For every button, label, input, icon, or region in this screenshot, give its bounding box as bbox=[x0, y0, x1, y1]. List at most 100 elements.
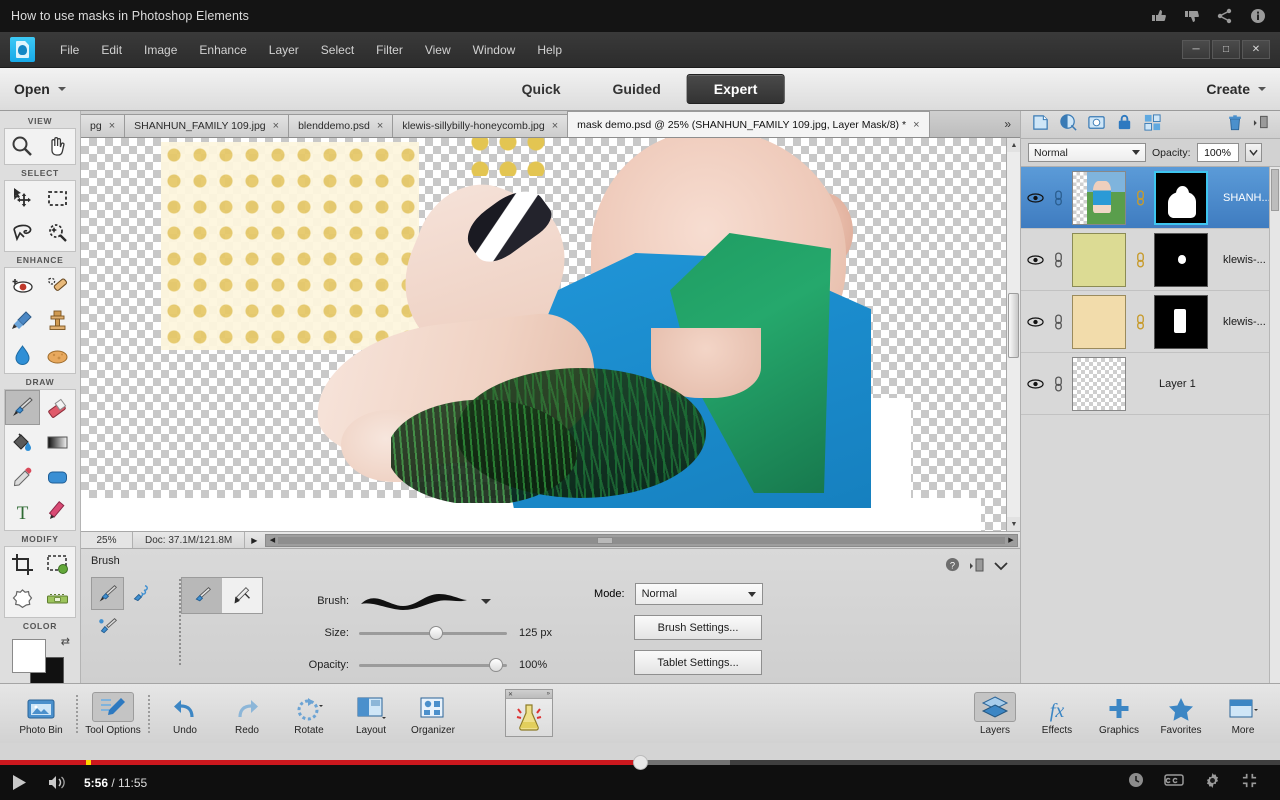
scrollbar-thumb[interactable] bbox=[1271, 169, 1279, 211]
slider-knob[interactable] bbox=[428, 626, 443, 640]
tab-expert[interactable]: Expert bbox=[686, 74, 785, 104]
layer-thumbnail[interactable] bbox=[1072, 170, 1126, 225]
menu-select[interactable]: Select bbox=[310, 39, 365, 61]
layer-mask-icon[interactable] bbox=[1087, 113, 1106, 137]
adjustment-layer-icon[interactable] bbox=[1059, 113, 1078, 137]
brush-mode-icon[interactable] bbox=[182, 578, 222, 613]
canvas-vertical-scrollbar[interactable]: ▲ ▼ bbox=[1006, 138, 1020, 531]
hand-tool[interactable] bbox=[40, 129, 75, 164]
crop-tool[interactable] bbox=[5, 547, 40, 582]
quick-selection-tool[interactable] bbox=[40, 216, 75, 251]
open-button[interactable]: Open bbox=[14, 81, 66, 97]
taskbar-undo[interactable]: Undo bbox=[154, 692, 216, 736]
scroll-left-icon[interactable]: ◀ bbox=[266, 536, 278, 544]
menu-filter[interactable]: Filter bbox=[365, 39, 414, 61]
menu-edit[interactable]: Edit bbox=[90, 39, 133, 61]
taskbar-favorites[interactable]: Favorites bbox=[1150, 692, 1212, 736]
lasso-tool[interactable] bbox=[5, 216, 40, 251]
zoom-tool[interactable] bbox=[5, 129, 40, 164]
red-eye-removal-tool[interactable] bbox=[5, 268, 40, 303]
smart-brush-tool[interactable] bbox=[5, 303, 40, 338]
recompose-tool[interactable] bbox=[40, 547, 75, 582]
brush-settings-button[interactable]: Brush Settings... bbox=[634, 615, 763, 640]
taskbar-effects[interactable]: fx Effects bbox=[1026, 692, 1088, 736]
tab-guided[interactable]: Guided bbox=[587, 75, 687, 103]
tab-quick[interactable]: Quick bbox=[496, 75, 587, 103]
shape-tool[interactable] bbox=[40, 460, 75, 495]
layer-link-icon[interactable] bbox=[1051, 189, 1065, 206]
straighten-tool[interactable] bbox=[40, 582, 75, 617]
menu-enhance[interactable]: Enhance bbox=[188, 39, 257, 61]
close-button[interactable]: ✕ bbox=[1242, 40, 1270, 59]
document-tab-active[interactable]: mask demo.psd @ 25% (SHANHUN_FAMILY 109.… bbox=[567, 111, 930, 137]
taskbar-organizer[interactable]: Organizer bbox=[402, 692, 464, 736]
tab-overflow-icon[interactable]: » bbox=[995, 117, 1020, 131]
menu-view[interactable]: View bbox=[414, 39, 462, 61]
taskbar-tool-options[interactable]: Tool Options bbox=[82, 691, 144, 736]
document-tab[interactable]: SHANHUN_FAMILY 109.jpg × bbox=[124, 114, 289, 137]
canvas-viewport[interactable]: ▲ ▼ 25% Doc: 37.1M/121.8M ▶ ◀ ▶ bbox=[81, 138, 1020, 548]
new-layer-icon[interactable] bbox=[1031, 113, 1050, 137]
layer-mask-thumbnail[interactable] bbox=[1154, 232, 1208, 287]
layer-row[interactable]: klewis-... bbox=[1021, 291, 1280, 353]
size-slider[interactable] bbox=[359, 626, 507, 640]
swap-colors-icon[interactable]: ⇄ bbox=[61, 635, 70, 648]
taskbar-layout[interactable]: Layout bbox=[340, 692, 402, 736]
taskbar-photo-bin[interactable]: Photo Bin bbox=[10, 692, 72, 736]
close-icon[interactable]: × bbox=[273, 120, 279, 132]
play-button[interactable] bbox=[0, 774, 38, 791]
spot-healing-brush-tool[interactable] bbox=[40, 268, 75, 303]
menu-help[interactable]: Help bbox=[526, 39, 573, 61]
exit-fullscreen-icon[interactable] bbox=[1241, 772, 1258, 794]
layer-row[interactable]: klewis-... bbox=[1021, 229, 1280, 291]
thumbs-up-icon[interactable] bbox=[1151, 8, 1167, 24]
delete-layer-icon[interactable] bbox=[1226, 113, 1244, 137]
brush-mode-toggle[interactable] bbox=[181, 577, 263, 614]
blend-mode-select[interactable]: Normal bbox=[634, 583, 763, 605]
layer-row[interactable]: SHANH... bbox=[1021, 167, 1280, 229]
scroll-right-icon[interactable]: ▶ bbox=[1005, 536, 1017, 544]
floating-panel-widget[interactable]: ✕» bbox=[505, 689, 553, 737]
layer-link-icon[interactable] bbox=[1051, 251, 1065, 268]
scrollbar-thumb[interactable] bbox=[1008, 293, 1019, 358]
menu-layer[interactable]: Layer bbox=[258, 39, 310, 61]
taskbar-rotate[interactable]: Rotate bbox=[278, 692, 340, 736]
brush-tool-icon[interactable] bbox=[91, 577, 124, 610]
scroll-down-icon[interactable]: ▼ bbox=[1007, 517, 1020, 531]
volume-button[interactable] bbox=[38, 774, 76, 791]
brush-preview[interactable] bbox=[359, 590, 469, 612]
mask-link-icon[interactable] bbox=[1133, 313, 1147, 330]
tablet-settings-button[interactable]: Tablet Settings... bbox=[634, 650, 763, 675]
taskbar-redo[interactable]: Redo bbox=[216, 692, 278, 736]
layer-mask-thumbnail[interactable] bbox=[1154, 294, 1208, 349]
mask-link-icon[interactable] bbox=[1133, 189, 1147, 206]
menu-image[interactable]: Image bbox=[133, 39, 188, 61]
layer-visibility-icon[interactable] bbox=[1027, 378, 1044, 390]
collapse-chevron-icon[interactable] bbox=[994, 558, 1008, 576]
chevron-down-icon[interactable] bbox=[481, 598, 491, 604]
layer-visibility-icon[interactable] bbox=[1027, 192, 1044, 204]
pencil-tool[interactable] bbox=[40, 495, 75, 530]
close-icon[interactable]: × bbox=[913, 119, 919, 131]
scroll-up-icon[interactable]: ▲ bbox=[1007, 138, 1020, 152]
share-icon[interactable] bbox=[1217, 8, 1233, 24]
zoom-level-field[interactable]: 25% bbox=[81, 532, 133, 548]
taskbar-graphics[interactable]: Graphics bbox=[1088, 692, 1150, 736]
thumbs-down-icon[interactable] bbox=[1184, 8, 1200, 24]
cookie-cutter-tool[interactable] bbox=[5, 582, 40, 617]
taskbar-more[interactable]: More bbox=[1212, 692, 1274, 736]
panel-menu-icon[interactable] bbox=[1253, 115, 1270, 134]
layer-link-icon[interactable] bbox=[1051, 313, 1065, 330]
rectangular-marquee-tool[interactable] bbox=[40, 181, 75, 216]
clone-stamp-tool[interactable] bbox=[40, 303, 75, 338]
group-layers-icon[interactable] bbox=[1143, 113, 1162, 137]
layer-thumbnail[interactable] bbox=[1072, 356, 1126, 411]
taskbar-layers[interactable]: Layers bbox=[964, 691, 1026, 736]
eyedropper-tool[interactable] bbox=[5, 460, 40, 495]
layer-blend-mode-select[interactable]: Normal bbox=[1028, 143, 1146, 162]
layer-visibility-icon[interactable] bbox=[1027, 254, 1044, 266]
status-expand-icon[interactable]: ▶ bbox=[245, 536, 263, 545]
airbrush-mode-icon[interactable] bbox=[222, 578, 262, 613]
menu-window[interactable]: Window bbox=[462, 39, 527, 61]
canvas-horizontal-scrollbar[interactable]: ◀ ▶ bbox=[265, 533, 1018, 547]
